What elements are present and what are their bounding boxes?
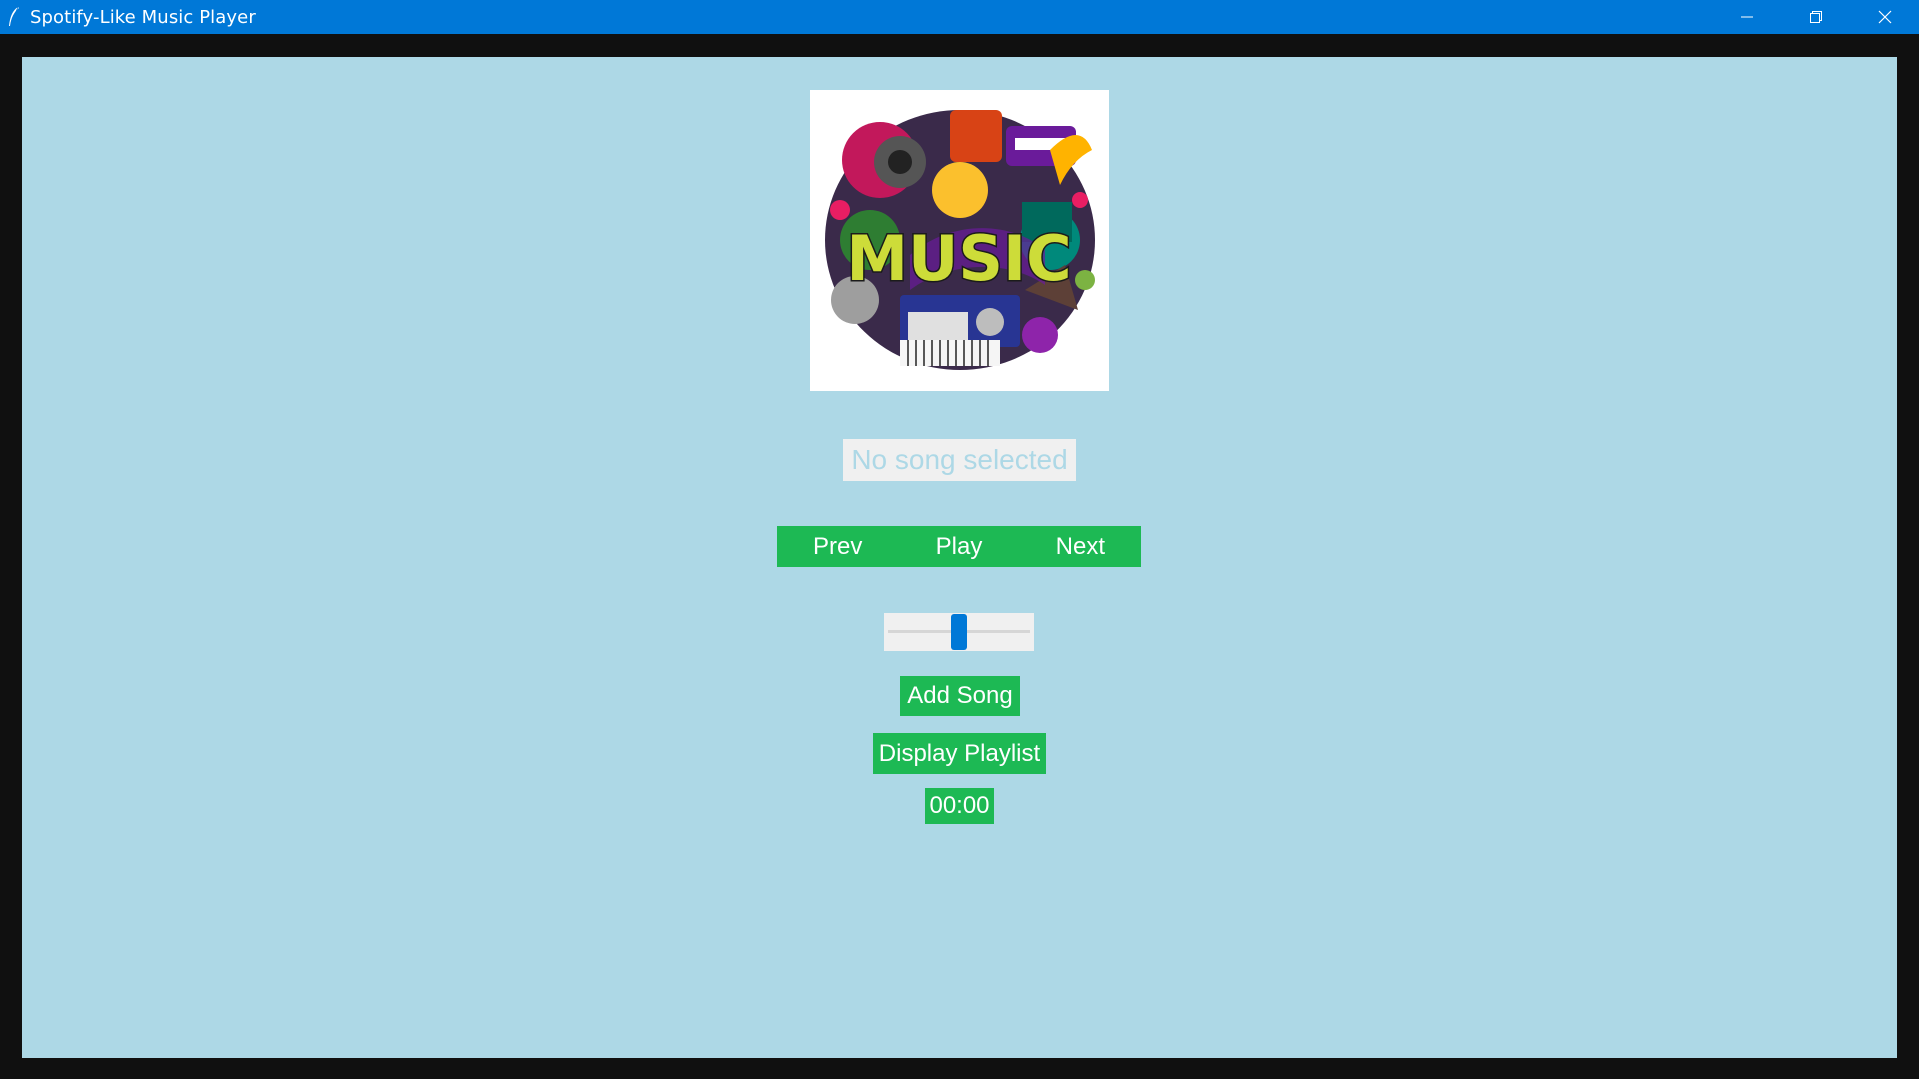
playback-controls: Prev Play Next bbox=[777, 526, 1141, 567]
player-panel: MUSIC No song selected Prev Play Next Ad… bbox=[22, 57, 1897, 1058]
album-art: MUSIC bbox=[810, 90, 1109, 391]
feather-icon bbox=[7, 6, 21, 28]
minimize-button[interactable] bbox=[1712, 0, 1781, 34]
volume-slider-thumb[interactable] bbox=[951, 614, 967, 650]
close-icon bbox=[1878, 10, 1891, 24]
title-bar: Spotify-Like Music Player bbox=[0, 0, 1919, 34]
minimize-icon bbox=[1740, 16, 1753, 18]
album-art-text: MUSIC bbox=[846, 222, 1071, 295]
restore-icon bbox=[1809, 11, 1822, 23]
close-button[interactable] bbox=[1850, 0, 1919, 34]
window-controls bbox=[1712, 0, 1919, 34]
display-playlist-button[interactable]: Display Playlist bbox=[873, 733, 1046, 774]
volume-slider[interactable] bbox=[884, 613, 1034, 651]
album-art-image: MUSIC bbox=[810, 90, 1109, 391]
add-song-button[interactable]: Add Song bbox=[900, 676, 1020, 716]
prev-button[interactable]: Prev bbox=[777, 526, 898, 567]
window-title: Spotify-Like Music Player bbox=[30, 6, 256, 28]
song-label: No song selected bbox=[843, 439, 1076, 481]
play-button[interactable]: Play bbox=[898, 526, 1019, 567]
restore-button[interactable] bbox=[1781, 0, 1850, 34]
elapsed-time-label: 00:00 bbox=[925, 788, 994, 824]
next-button[interactable]: Next bbox=[1020, 526, 1141, 567]
